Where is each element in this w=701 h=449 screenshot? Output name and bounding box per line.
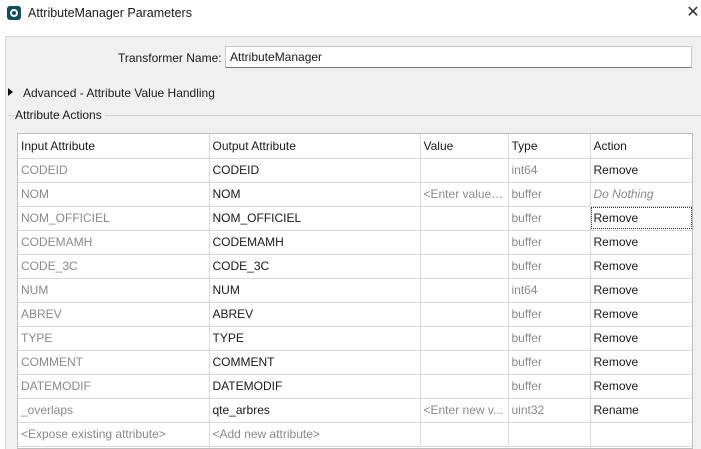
table-row[interactable]: TYPE TYPE buffer Remove (18, 326, 692, 351)
output-attribute-cell[interactable]: CODE_3C (209, 254, 421, 279)
type-cell[interactable]: uint32 (508, 398, 591, 423)
type-cell[interactable]: buffer (508, 182, 591, 207)
column-header-input[interactable]: Input Attribute (18, 134, 210, 159)
table-row[interactable]: _overlaps qte_arbres <Enter new v... uint32… (18, 398, 692, 423)
type-cell[interactable]: buffer (508, 230, 591, 255)
value-cell[interactable] (420, 302, 509, 327)
table-row[interactable]: COMMENT COMMENT buffer Remove (18, 350, 692, 375)
type-cell[interactable]: buffer (508, 302, 591, 327)
input-attribute-cell[interactable]: DATEMODIF (18, 374, 210, 399)
action-cell[interactable]: Remove (590, 254, 692, 279)
output-attribute-cell[interactable]: TYPE (209, 326, 421, 351)
advanced-section-toggle[interactable]: Advanced - Attribute Value Handling (8, 84, 215, 100)
value-cell[interactable] (420, 158, 509, 183)
type-cell[interactable]: buffer (508, 326, 591, 351)
action-cell[interactable]: Remove (590, 158, 692, 183)
value-cell[interactable]: <Enter new v... (420, 398, 509, 423)
action-cell[interactable]: Do Nothing (590, 182, 692, 207)
value-cell[interactable] (420, 326, 509, 351)
column-header-output[interactable]: Output Attribute (209, 134, 421, 159)
type-cell[interactable]: buffer (508, 374, 591, 399)
action-cell[interactable]: Remove (590, 302, 692, 327)
input-attribute-cell[interactable]: ABREV (18, 302, 210, 327)
value-cell[interactable] (420, 206, 509, 231)
table-row[interactable]: NOM NOM <Enter value ... buffer Do Nothing (18, 182, 692, 207)
column-header-action[interactable]: Action (590, 134, 692, 159)
value-cell[interactable]: <Enter value ... (420, 182, 509, 207)
output-attribute-cell[interactable]: NOM_OFFICIEL (209, 206, 421, 231)
table-header-row: Input Attribute Output Attribute Value T… (18, 134, 692, 159)
input-attribute-cell[interactable]: CODE_3C (18, 254, 210, 279)
output-attribute-cell[interactable]: NOM (209, 182, 421, 207)
output-attribute-cell[interactable]: CODEID (209, 158, 421, 183)
input-attribute-cell[interactable]: _overlaps (18, 398, 210, 423)
input-attribute-cell[interactable]: CODEMAMH (18, 230, 210, 255)
type-cell[interactable]: int64 (508, 278, 591, 303)
value-cell[interactable] (420, 278, 509, 303)
output-attribute-cell[interactable]: DATEMODIF (209, 374, 421, 399)
type-cell[interactable] (508, 422, 591, 447)
table-row[interactable]: CODEMAMH CODEMAMH buffer Remove (18, 230, 692, 255)
table-row[interactable]: ABREV ABREV buffer Remove (18, 302, 692, 327)
value-cell[interactable] (420, 350, 509, 375)
type-cell[interactable]: buffer (508, 206, 591, 231)
input-attribute-cell[interactable]: TYPE (18, 326, 210, 351)
action-cell[interactable]: Remove (590, 350, 692, 375)
input-attribute-cell[interactable]: CODEID (18, 158, 210, 183)
table-row[interactable]: NOM_OFFICIEL NOM_OFFICIEL buffer Remove (18, 206, 692, 231)
action-cell[interactable]: Remove (590, 230, 692, 255)
action-cell[interactable]: Rename (590, 398, 692, 423)
action-cell[interactable]: Remove (590, 326, 692, 351)
output-attribute-cell[interactable]: NUM (209, 278, 421, 303)
action-cell[interactable]: Remove (590, 374, 692, 399)
input-attribute-cell[interactable]: NUM (18, 278, 210, 303)
value-cell[interactable] (420, 230, 509, 255)
add-new-attribute-cell[interactable]: <Add new attribute> (209, 422, 421, 447)
column-header-value[interactable]: Value (420, 134, 509, 159)
window-title: AttributeManager Parameters (28, 6, 192, 20)
expand-triangle-icon[interactable] (8, 88, 13, 96)
input-attribute-cell[interactable]: COMMENT (18, 350, 210, 375)
output-attribute-cell[interactable]: qte_arbres (209, 398, 421, 423)
output-attribute-cell[interactable]: CODEMAMH (209, 230, 421, 255)
value-cell[interactable] (420, 374, 509, 399)
action-cell[interactable] (590, 422, 692, 447)
value-cell[interactable] (420, 422, 509, 447)
input-attribute-cell[interactable]: NOM (18, 182, 210, 207)
action-cell[interactable]: Remove (590, 278, 692, 303)
input-attribute-cell[interactable]: NOM_OFFICIEL (18, 206, 210, 231)
new-attribute-row[interactable]: <Expose existing attribute> <Add new att… (18, 422, 692, 447)
type-cell[interactable]: int64 (508, 158, 591, 183)
advanced-section-label: Advanced - Attribute Value Handling (23, 86, 215, 100)
type-cell[interactable]: buffer (508, 350, 591, 375)
type-cell[interactable]: buffer (508, 254, 591, 279)
output-attribute-cell[interactable]: COMMENT (209, 350, 421, 375)
close-button[interactable]: ✕ (686, 4, 700, 22)
transformer-name-label: Transformer Name: (118, 51, 222, 65)
title-bar: AttributeManager Parameters ✕ (0, 0, 701, 28)
attribute-actions-label: Attribute Actions (15, 108, 105, 122)
action-cell[interactable]: Remove (590, 206, 692, 231)
expose-existing-attribute-cell[interactable]: <Expose existing attribute> (18, 422, 210, 447)
attribute-actions-table: Input Attribute Output Attribute Value T… (17, 133, 693, 449)
table-row[interactable]: CODEID CODEID int64 Remove (18, 158, 692, 183)
transformer-name-input[interactable] (225, 46, 692, 68)
table-row[interactable]: DATEMODIF DATEMODIF buffer Remove (18, 374, 692, 399)
output-attribute-cell[interactable]: ABREV (209, 302, 421, 327)
column-header-type[interactable]: Type (508, 134, 591, 159)
table-row[interactable]: NUM NUM int64 Remove (18, 278, 692, 303)
value-cell[interactable] (420, 254, 509, 279)
fme-icon (7, 6, 21, 20)
table-row[interactable]: CODE_3C CODE_3C buffer Remove (18, 254, 692, 279)
group-divider (8, 115, 701, 116)
